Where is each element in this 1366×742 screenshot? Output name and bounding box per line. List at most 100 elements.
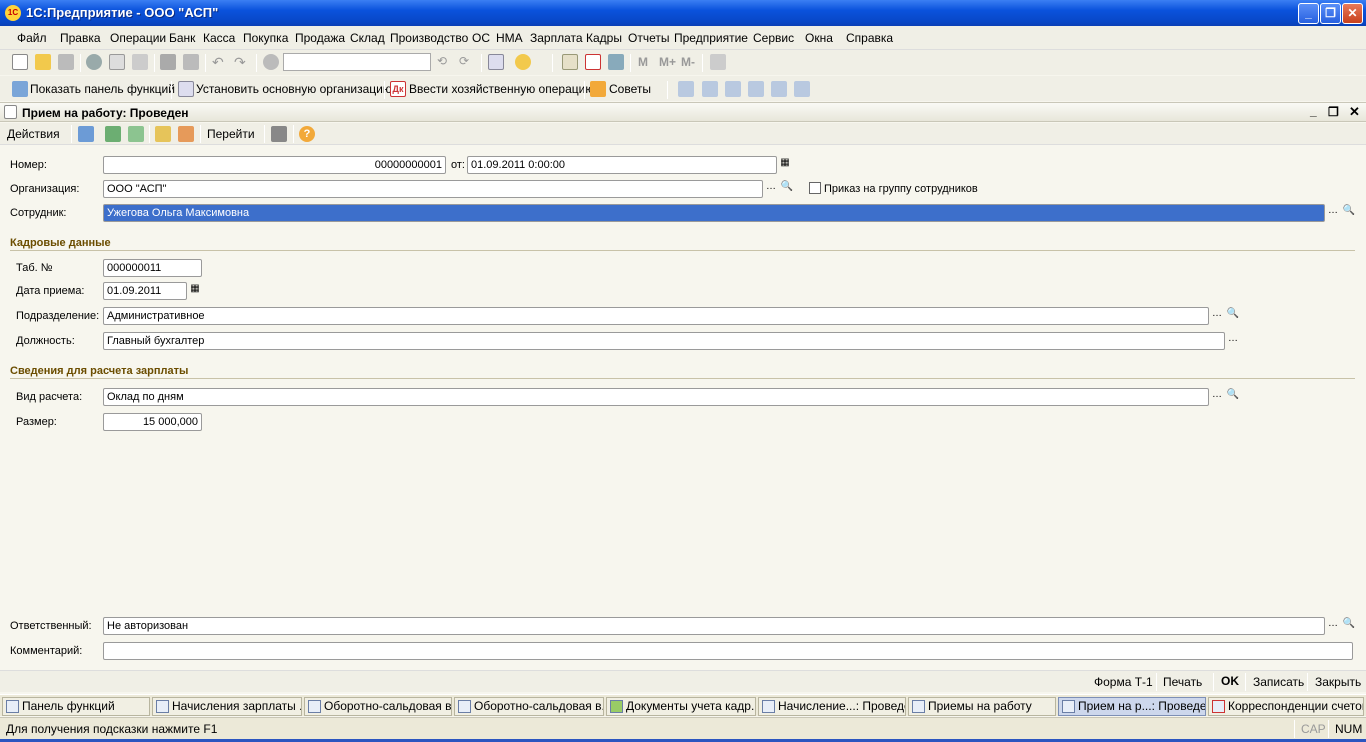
directory-6-icon[interactable]: [794, 81, 810, 97]
directory-4-icon[interactable]: [748, 81, 764, 97]
find-next-icon[interactable]: ⟲: [437, 54, 453, 70]
comment-field[interactable]: [103, 642, 1353, 660]
menu-salary[interactable]: Зарплата: [530, 31, 583, 45]
paste-icon[interactable]: [132, 54, 148, 70]
help-icon[interactable]: ?: [299, 126, 315, 142]
tools-icon[interactable]: [710, 54, 726, 70]
directory-3-icon[interactable]: [725, 81, 741, 97]
menu-file[interactable]: Файл: [17, 31, 47, 45]
task-function-panel[interactable]: Панель функций: [2, 697, 150, 716]
print-button[interactable]: Печать: [1163, 675, 1202, 689]
users-icon[interactable]: [608, 54, 624, 70]
windows-icon[interactable]: [488, 54, 504, 70]
position-field[interactable]: Главный бухгалтер: [103, 332, 1225, 350]
redo-icon[interactable]: ↷: [234, 54, 250, 70]
reread-icon[interactable]: [128, 126, 144, 142]
task-hirings[interactable]: Приемы на работу: [908, 697, 1056, 716]
task-hr-documents[interactable]: Документы учета кадр...: [606, 697, 756, 716]
doc-close-button[interactable]: ✕: [1349, 104, 1360, 120]
group-order-checkbox[interactable]: [809, 182, 821, 194]
close-window-button[interactable]: ✕: [1342, 3, 1363, 24]
responsible-open-icon[interactable]: 🔍: [1341, 617, 1357, 634]
undo-icon[interactable]: ↶: [212, 54, 228, 70]
menu-intangibles[interactable]: НМА: [496, 31, 523, 45]
set-main-organization-button[interactable]: Установить основную организацию: [196, 82, 392, 96]
open-folder-icon[interactable]: [35, 54, 51, 70]
responsible-select-button[interactable]: …: [1325, 617, 1341, 634]
task-accrual-posted[interactable]: Начисление...: Проведен: [758, 697, 906, 716]
task-salary-accruals[interactable]: Начисления зарплаты ...: [152, 697, 302, 716]
menu-purchase[interactable]: Покупка: [243, 31, 288, 45]
organization-field[interactable]: ООО "АСП": [103, 180, 763, 198]
actions-menu-button[interactable]: Действия: [7, 127, 60, 141]
find-prev-icon[interactable]: ⟳: [459, 54, 475, 70]
task-balance-sheet-2[interactable]: Оборотно-сальдовая в...: [454, 697, 604, 716]
print-icon[interactable]: [160, 54, 176, 70]
calc-type-open-icon[interactable]: 🔍: [1225, 388, 1241, 405]
task-hire-posted[interactable]: Прием на р...: Проведен: [1058, 697, 1206, 716]
enter-business-operation-button[interactable]: Ввести хозяйственную операцию: [409, 82, 594, 96]
directory-2-icon[interactable]: [702, 81, 718, 97]
print-preview-icon[interactable]: [183, 54, 199, 70]
doc-restore-button[interactable]: ❐: [1328, 105, 1339, 119]
post-icon[interactable]: [155, 126, 171, 142]
task-account-correspondence[interactable]: Корреспонденции счетов: [1208, 697, 1364, 716]
employee-open-icon[interactable]: 🔍: [1341, 204, 1357, 221]
calendar-button[interactable]: ▦: [777, 156, 793, 173]
new-document-icon[interactable]: [12, 54, 28, 70]
menu-warehouse[interactable]: Склад: [350, 31, 385, 45]
menu-service[interactable]: Сервис: [753, 31, 794, 45]
ok-button[interactable]: OK: [1221, 674, 1239, 688]
save-icon[interactable]: [58, 54, 74, 70]
unpost-icon[interactable]: [178, 126, 194, 142]
number-field[interactable]: 00000000001: [103, 156, 446, 174]
menu-windows[interactable]: Окна: [805, 31, 833, 45]
memory-button[interactable]: M: [638, 55, 648, 69]
cut-icon[interactable]: [86, 54, 102, 70]
structure-icon[interactable]: [271, 126, 287, 142]
menu-edit[interactable]: Правка: [60, 31, 101, 45]
find-icon[interactable]: [263, 54, 279, 70]
menu-fixed-assets[interactable]: ОС: [472, 31, 490, 45]
calc-type-field[interactable]: Оклад по дням: [103, 388, 1209, 406]
search-input[interactable]: [283, 53, 431, 71]
menu-production[interactable]: Производство: [390, 31, 468, 45]
task-balance-sheet-1[interactable]: Оборотно-сальдовая в...: [304, 697, 452, 716]
department-select-button[interactable]: …: [1209, 307, 1225, 324]
menu-reports[interactable]: Отчеты: [628, 31, 669, 45]
doc-minimize-button[interactable]: _: [1310, 104, 1317, 118]
department-field[interactable]: Административное: [103, 307, 1209, 325]
copy-icon[interactable]: [109, 54, 125, 70]
directory-1-icon[interactable]: [678, 81, 694, 97]
menu-operations[interactable]: Операции: [110, 31, 166, 45]
employee-select-button[interactable]: …: [1325, 204, 1341, 221]
position-select-button[interactable]: …: [1225, 332, 1241, 349]
tab-number-field[interactable]: 000000011: [103, 259, 202, 277]
goto-menu-button[interactable]: Перейти: [207, 127, 255, 141]
calendar-icon[interactable]: [585, 54, 601, 70]
employee-field[interactable]: Ужегова Ольга Максимовна: [103, 204, 1325, 222]
menu-enterprise[interactable]: Предприятие: [674, 31, 748, 45]
restore-button[interactable]: ❐: [1320, 3, 1341, 24]
calc-type-select-button[interactable]: …: [1209, 388, 1225, 405]
form-t1-button[interactable]: Форма Т-1: [1094, 675, 1153, 689]
hire-date-calendar-button[interactable]: ▦: [187, 282, 203, 299]
directory-5-icon[interactable]: [771, 81, 787, 97]
department-open-icon[interactable]: 🔍: [1225, 307, 1241, 324]
show-function-panel-button[interactable]: Показать панель функций: [30, 82, 175, 96]
hire-date-field[interactable]: 01.09.2011: [103, 282, 187, 300]
refresh-icon[interactable]: [105, 126, 121, 142]
memory-minus-button[interactable]: M-: [681, 55, 695, 69]
post-and-close-icon[interactable]: [78, 126, 94, 142]
save-button[interactable]: Записать: [1253, 675, 1304, 689]
tips-button[interactable]: Советы: [609, 82, 651, 96]
calculator-icon[interactable]: [562, 54, 578, 70]
menu-hr[interactable]: Кадры: [586, 31, 622, 45]
menu-sales[interactable]: Продажа: [295, 31, 345, 45]
close-button[interactable]: Закрыть: [1315, 675, 1361, 689]
menu-bank[interactable]: Банк: [169, 31, 195, 45]
organization-open-icon[interactable]: 🔍: [779, 180, 795, 197]
organization-select-button[interactable]: …: [763, 180, 779, 197]
amount-field[interactable]: 15 000,000: [103, 413, 202, 431]
responsible-field[interactable]: Не авторизован: [103, 617, 1325, 635]
